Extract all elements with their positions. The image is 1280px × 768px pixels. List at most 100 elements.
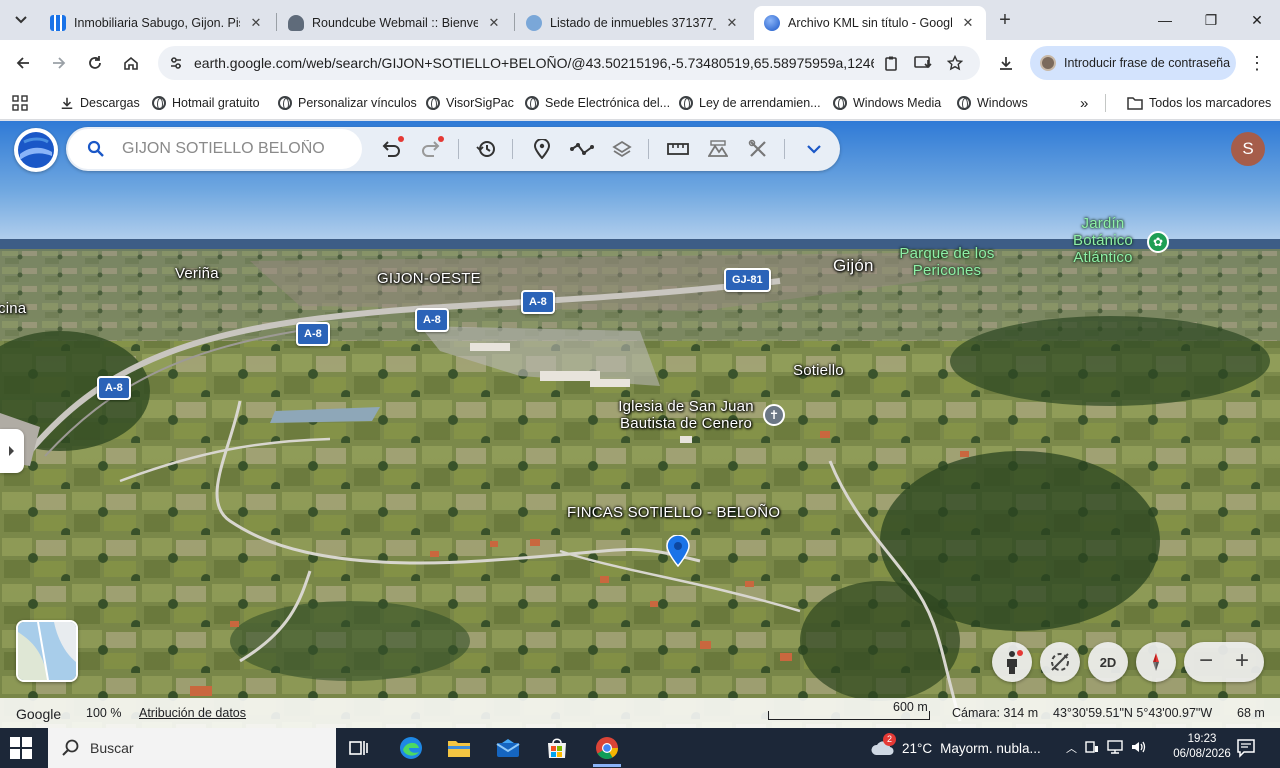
draw-path-button[interactable] xyxy=(568,135,596,163)
site-info-icon[interactable] xyxy=(164,51,188,75)
volume-icon[interactable] xyxy=(1131,740,1147,757)
redo-button[interactable] xyxy=(417,135,445,163)
zoom-level[interactable]: 100 % xyxy=(86,706,121,720)
back-button[interactable] xyxy=(8,48,38,78)
password-chip[interactable]: Introducir frase de contraseña xyxy=(1030,46,1236,80)
install-app-icon[interactable] xyxy=(912,52,934,74)
bookmark-windows[interactable]: Windows xyxy=(957,92,1028,114)
tab-roundcube[interactable]: Roundcube Webmail :: Bienveni ✕ xyxy=(278,6,512,40)
apps-grid-icon xyxy=(12,95,28,111)
side-panel-toggle[interactable] xyxy=(0,429,24,473)
notification-dot xyxy=(438,136,444,142)
undo-button[interactable] xyxy=(377,135,405,163)
apps-button[interactable] xyxy=(12,92,28,114)
tab-listado[interactable]: Listado de inmuebles 371377_2 ✕ xyxy=(516,6,750,40)
compass-icon xyxy=(1153,653,1159,671)
bookmark-sede[interactable]: Sede Electrónica del... xyxy=(525,92,670,114)
close-tab-icon[interactable]: ✕ xyxy=(960,15,976,31)
notification-dot xyxy=(1017,650,1023,656)
ruler-icon xyxy=(667,143,689,155)
measure-button[interactable] xyxy=(664,135,692,163)
task-view-button[interactable] xyxy=(341,732,377,764)
layers-button[interactable] xyxy=(608,135,636,163)
tilt-toggle-button[interactable] xyxy=(1040,642,1080,682)
tab-inmobiliaria[interactable]: Inmobiliaria Sabugo, Gijon. Piso ✕ xyxy=(40,6,274,40)
earth-search-box[interactable] xyxy=(68,129,362,169)
notifications-icon[interactable] xyxy=(1236,738,1256,758)
user-avatar[interactable]: S xyxy=(1231,132,1265,166)
bookmark-visorsigpac[interactable]: VisorSigPac xyxy=(426,92,514,114)
close-tab-icon[interactable]: ✕ xyxy=(248,15,264,31)
start-button[interactable] xyxy=(10,737,32,759)
close-tab-icon[interactable]: ✕ xyxy=(724,15,740,31)
minimize-button[interactable]: — xyxy=(1142,0,1188,40)
downloads-button[interactable] xyxy=(993,50,1019,76)
terrain-button[interactable] xyxy=(704,135,732,163)
earth-viewport[interactable]: Veriña GIJON-OESTE Gijón Parque de los P… xyxy=(0,121,1280,728)
add-placemark-button[interactable] xyxy=(528,135,556,163)
store-app[interactable] xyxy=(539,732,575,764)
view-2d-button[interactable]: 2D xyxy=(1088,642,1128,682)
cursor-coordinates: 43°30'59.51"N 5°43'00.97"W xyxy=(1053,706,1213,720)
more-bookmarks-button[interactable]: » xyxy=(1080,92,1088,114)
history-button[interactable] xyxy=(472,135,500,163)
park-marker-icon[interactable]: ✿ xyxy=(1147,231,1169,253)
minimap-thumbnail[interactable] xyxy=(16,620,78,682)
network-icon[interactable] xyxy=(1107,739,1123,757)
path-icon xyxy=(570,143,594,155)
bookmark-ley[interactable]: Ley de arrendamien... xyxy=(679,92,821,114)
toolbar-divider xyxy=(784,139,785,159)
file-explorer-app[interactable] xyxy=(441,732,477,764)
new-tab-button[interactable]: + xyxy=(993,9,1017,33)
maximize-button[interactable]: ❐ xyxy=(1188,0,1234,40)
chrome-menu-button[interactable]: ⋮ xyxy=(1244,50,1270,76)
url-text[interactable]: earth.google.com/web/search/GIJON+SOTIEL… xyxy=(194,55,874,71)
chrome-app[interactable] xyxy=(589,732,625,767)
star-icon[interactable] xyxy=(944,52,966,74)
devices-icon[interactable] xyxy=(1085,740,1099,757)
placemark-label[interactable]: FINCAS SOTIELLO - BELOÑO xyxy=(567,504,780,521)
road-badge-a8: A-8 xyxy=(97,376,131,400)
globe-icon xyxy=(679,96,693,110)
bar-chart-favicon xyxy=(50,15,66,31)
zoom-out-button[interactable]: − xyxy=(1188,649,1224,675)
google-earth-logo[interactable] xyxy=(14,128,58,172)
tools-button[interactable] xyxy=(744,135,772,163)
bookmark-descargas[interactable]: Descargas xyxy=(60,92,140,114)
reload-icon xyxy=(89,56,101,69)
reload-button[interactable] xyxy=(80,48,110,78)
forward-button[interactable] xyxy=(44,48,74,78)
address-bar[interactable]: earth.google.com/web/search/GIJON+SOTIEL… xyxy=(158,46,980,80)
folder-icon xyxy=(448,741,470,757)
placemark-pin-icon[interactable] xyxy=(666,534,690,568)
zoom-in-button[interactable]: + xyxy=(1224,649,1260,675)
earth-search-input[interactable] xyxy=(122,140,342,158)
toolbar-divider xyxy=(458,139,459,159)
edge-app[interactable] xyxy=(393,732,429,764)
search-icon[interactable] xyxy=(86,139,106,159)
expand-toolbar-button[interactable] xyxy=(800,135,828,163)
data-attribution-link[interactable]: Atribución de datos xyxy=(139,706,246,720)
bookmark-personalizar[interactable]: Personalizar vínculos xyxy=(278,92,417,114)
weather-cloud-icon: 2 xyxy=(870,733,896,757)
weather-widget[interactable]: 2 21°C Mayorm. nubla... xyxy=(870,728,1041,768)
window-close-button[interactable]: ✕ xyxy=(1234,0,1280,40)
all-bookmarks-button[interactable]: Todos los marcadores xyxy=(1127,92,1271,114)
close-tab-icon[interactable]: ✕ xyxy=(486,15,502,31)
compass-button[interactable] xyxy=(1136,642,1176,682)
chevron-up-icon[interactable]: ︿ xyxy=(1066,740,1077,756)
bookmark-windows-media[interactable]: Windows Media xyxy=(833,92,941,114)
bookmark-hotmail[interactable]: Hotmail gratuito xyxy=(152,92,260,114)
tab-google-earth[interactable]: Archivo KML sin título - Google ✕ xyxy=(754,6,986,40)
map-label-cina: cina xyxy=(0,300,27,317)
clipboard-icon[interactable] xyxy=(880,52,902,74)
church-marker-icon[interactable]: ✝ xyxy=(763,404,785,426)
tab-search-button[interactable] xyxy=(8,7,34,33)
taskbar-clock[interactable]: 19:23 06/08/2026 xyxy=(1172,732,1232,762)
home-button[interactable] xyxy=(116,48,146,78)
taskbar-search-box[interactable]: Buscar xyxy=(48,728,336,768)
profile-icon xyxy=(1040,55,1056,71)
street-view-button[interactable] xyxy=(992,642,1032,682)
windows-taskbar: Buscar 2 21°C Mayorm. nubla... ︿ 19:23 0… xyxy=(0,728,1280,768)
mail-app[interactable] xyxy=(490,732,526,764)
